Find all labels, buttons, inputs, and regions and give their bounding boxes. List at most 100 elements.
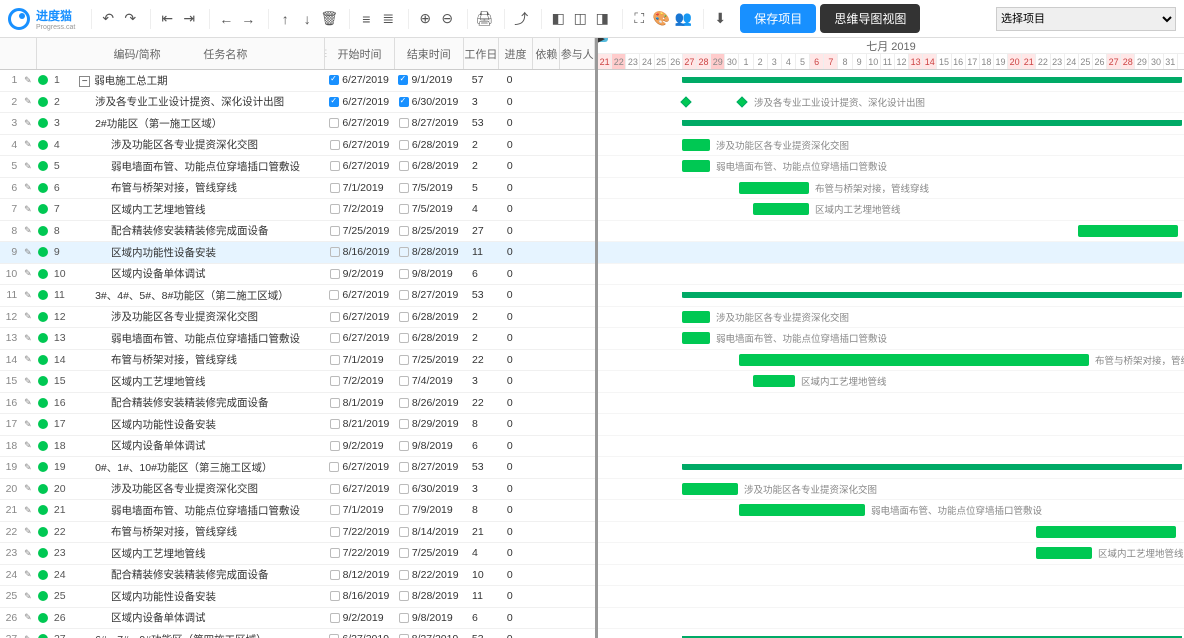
move-down-icon[interactable]: ↓ <box>297 9 317 29</box>
task-name[interactable]: 6#、7#、9#功能区（第四施工区域） <box>75 632 325 638</box>
save-button[interactable]: 保存项目 <box>740 4 816 33</box>
start-lock-checkbox[interactable] <box>330 398 340 408</box>
task-name[interactable]: 3#、4#、5#、8#功能区（第二施工区域） <box>75 288 325 303</box>
table-row[interactable]: 9✎9区域内功能性设备安装8/16/20198/28/2019110 <box>0 242 595 264</box>
redo-icon[interactable]: ↷ <box>120 9 140 29</box>
col-ppl[interactable]: 参与人 <box>560 38 595 69</box>
table-row[interactable]: 24✎24配合精装修安装精装修完成面设备8/12/20198/22/201910… <box>0 565 595 587</box>
gantt-bar[interactable]: 布管与桥架对接，管线穿线 <box>739 182 809 194</box>
gantt-bar[interactable]: 弱电墙面布管、功能点位穿墙插口管敷设 <box>682 332 710 344</box>
start-lock-checkbox[interactable] <box>330 269 340 279</box>
task-name[interactable]: 2#功能区（第一施工区域） <box>75 116 325 131</box>
end-date[interactable]: 8/26/2019 <box>395 397 464 409</box>
end-lock-checkbox[interactable] <box>399 505 409 515</box>
start-lock-checkbox[interactable] <box>330 441 340 451</box>
milestone-diamond[interactable] <box>680 96 691 107</box>
start-lock-checkbox[interactable] <box>330 312 340 322</box>
table-row[interactable]: 12✎12涉及功能区各专业提资深化交图6/27/20196/28/201920 <box>0 307 595 329</box>
gantt-row[interactable] <box>598 242 1184 264</box>
end-lock-checkbox[interactable] <box>399 591 409 601</box>
task-name[interactable]: 0#、1#、10#功能区（第三施工区域） <box>75 460 325 475</box>
gantt-row[interactable]: 区域内工艺埋地管线 <box>598 543 1184 565</box>
task-name[interactable]: 配合精装修安装精装修完成面设备 <box>75 567 326 582</box>
row-edit-icon[interactable]: ✎ <box>19 526 36 537</box>
end-date[interactable]: 6/28/2019 <box>395 160 464 172</box>
grid-body[interactable]: 1✎1−弱电施工总工期6/27/20199/1/20195702✎2涉及各专业工… <box>0 70 595 638</box>
row-edit-icon[interactable]: ✎ <box>19 225 36 236</box>
start-lock-checkbox[interactable] <box>330 376 340 386</box>
start-date[interactable]: 7/1/2019 <box>326 182 395 194</box>
gantt-row[interactable]: 区域内工艺埋地管线 <box>598 199 1184 221</box>
start-date[interactable]: 9/2/2019 <box>326 440 395 452</box>
row-edit-icon[interactable]: ✎ <box>19 75 36 86</box>
gantt-row[interactable] <box>598 522 1184 544</box>
row-edit-icon[interactable]: ✎ <box>19 161 36 172</box>
users-icon[interactable]: 👥 <box>673 9 693 29</box>
gantt-row[interactable]: 弱电墙面布管、功能点位穿墙插口管敷设 <box>598 328 1184 350</box>
row-edit-icon[interactable]: ✎ <box>19 591 36 602</box>
logo[interactable]: 进度猫 Progress.cat <box>8 7 75 31</box>
end-date[interactable]: 8/28/2019 <box>395 246 464 258</box>
task-name[interactable]: 区域内功能性设备安装 <box>75 589 326 604</box>
task-name[interactable]: 配合精装修安装精装修完成面设备 <box>75 223 326 238</box>
end-date[interactable]: 6/30/2019 <box>395 483 464 495</box>
gantt-row[interactable] <box>598 457 1184 479</box>
start-lock-checkbox[interactable] <box>330 613 340 623</box>
end-date[interactable]: 8/27/2019 <box>395 117 464 129</box>
gantt-bar[interactable] <box>682 77 1182 83</box>
end-date[interactable]: 6/28/2019 <box>395 332 464 344</box>
end-lock-checkbox[interactable] <box>399 355 409 365</box>
start-date[interactable]: 8/16/2019 <box>326 246 395 258</box>
mindmap-button[interactable]: 思维导图视图 <box>820 4 920 33</box>
move-right-icon[interactable]: → <box>238 9 258 29</box>
milestone-diamond[interactable] <box>736 96 747 107</box>
table-row[interactable]: 4✎4涉及功能区各专业提资深化交图6/27/20196/28/201920 <box>0 135 595 157</box>
gantt-bar[interactable]: 涉及功能区各专业提资深化交图 <box>682 311 710 323</box>
start-lock-checkbox[interactable] <box>329 75 339 85</box>
task-name[interactable]: 区域内设备单体调试 <box>75 266 326 281</box>
start-lock-checkbox[interactable] <box>330 527 340 537</box>
start-date[interactable]: 6/27/2019 <box>325 117 394 129</box>
end-date[interactable]: 7/25/2019 <box>395 547 464 559</box>
col-name[interactable]: 编码/简称 任务名称⋮ <box>37 38 326 69</box>
gantt-bar[interactable] <box>682 120 1182 126</box>
start-date[interactable]: 8/16/2019 <box>326 590 395 602</box>
table-row[interactable]: 10✎10区域内设备单体调试9/2/20199/8/201960 <box>0 264 595 286</box>
end-date[interactable]: 8/27/2019 <box>395 289 464 301</box>
task-name[interactable]: 配合精装修安装精装修完成面设备 <box>75 395 326 410</box>
table-row[interactable]: 25✎25区域内功能性设备安装8/16/20198/28/2019110 <box>0 586 595 608</box>
start-lock-checkbox[interactable] <box>330 226 340 236</box>
gantt-row[interactable] <box>598 393 1184 415</box>
col-prog[interactable]: 进度 <box>499 38 534 69</box>
start-date[interactable]: 8/12/2019 <box>326 569 395 581</box>
col-start[interactable]: 开始时间 <box>325 38 394 69</box>
row-edit-icon[interactable]: ✎ <box>19 204 36 215</box>
end-lock-checkbox[interactable] <box>399 570 409 580</box>
table-row[interactable]: 14✎14布管与桥架对接，管线穿线7/1/20197/25/2019220 <box>0 350 595 372</box>
gantt-bar[interactable]: 区域内工艺埋地管线 <box>753 375 795 387</box>
end-date[interactable]: 9/1/2019 <box>394 74 463 86</box>
row-edit-icon[interactable]: ✎ <box>19 569 36 580</box>
end-lock-checkbox[interactable] <box>399 290 409 300</box>
start-date[interactable]: 7/2/2019 <box>326 375 395 387</box>
start-date[interactable]: 6/27/2019 <box>326 311 395 323</box>
table-row[interactable]: 6✎6布管与桥架对接，管线穿线7/1/20197/5/201950 <box>0 178 595 200</box>
col-end[interactable]: 结束时间 <box>395 38 464 69</box>
end-lock-checkbox[interactable] <box>399 333 409 343</box>
gantt-row[interactable]: 弱电墙面布管、功能点位穿墙插口管敷设 <box>598 500 1184 522</box>
row-edit-icon[interactable]: ✎ <box>19 462 36 473</box>
table-row[interactable]: 18✎18区域内设备单体调试9/2/20199/8/201960 <box>0 436 595 458</box>
gantt-bar[interactable]: 弱电墙面布管、功能点位穿墙插口管敷设 <box>739 504 865 516</box>
end-date[interactable]: 8/29/2019 <box>395 418 464 430</box>
start-date[interactable]: 6/27/2019 <box>326 332 395 344</box>
table-row[interactable]: 17✎17区域内功能性设备安装8/21/20198/29/201980 <box>0 414 595 436</box>
task-name[interactable]: 区域内工艺埋地管线 <box>75 546 326 561</box>
end-lock-checkbox[interactable] <box>399 441 409 451</box>
start-date[interactable]: 9/2/2019 <box>326 612 395 624</box>
end-lock-checkbox[interactable] <box>399 376 409 386</box>
row-edit-icon[interactable]: ✎ <box>19 182 36 193</box>
end-lock-checkbox[interactable] <box>399 269 409 279</box>
task-name[interactable]: 布管与桥架对接，管线穿线 <box>75 180 326 195</box>
end-date[interactable]: 9/8/2019 <box>395 268 464 280</box>
start-lock-checkbox[interactable] <box>330 204 340 214</box>
